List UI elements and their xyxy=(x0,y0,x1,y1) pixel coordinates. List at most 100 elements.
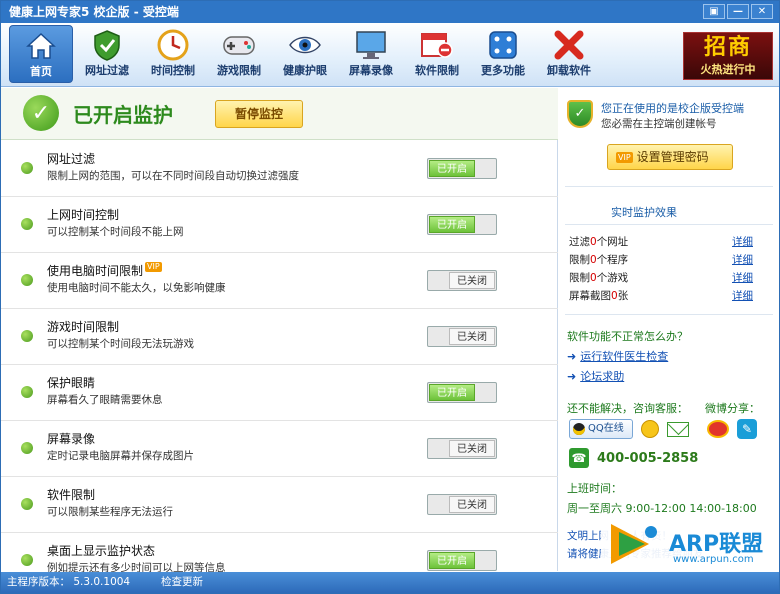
stat-count: 0 xyxy=(590,272,597,284)
window-title: 健康上网专家5 校企版 - 受控端 xyxy=(9,5,179,19)
status-bar: 主程序版本： 5.3.0.1004 检查更新 xyxy=(1,572,779,593)
feature-toggle[interactable]: 已关闭 xyxy=(427,326,497,347)
feature-row: 上网时间控制 可以控制某个时间段不能上网 已开启 xyxy=(1,197,558,253)
feature-title: 游戏时间限制 xyxy=(47,320,120,334)
toolbar-more-functions[interactable]: 更多功能 xyxy=(471,25,535,83)
work-time-label: 上班时间： xyxy=(567,482,622,495)
smiley-icon[interactable] xyxy=(641,420,659,438)
feature-title: 屏幕录像 xyxy=(47,432,96,446)
shield-icon: ✓ xyxy=(567,100,593,128)
toolbar-label: 首页 xyxy=(30,65,52,78)
promo-banner[interactable]: 招商 火热进行中 xyxy=(683,32,773,80)
stat-row: 限制0个游戏 详细 xyxy=(569,270,769,288)
feature-title: 上网时间控制 xyxy=(47,208,120,222)
stat-label: 限制 xyxy=(569,254,590,266)
status-dot-icon xyxy=(21,330,33,342)
home-icon xyxy=(22,28,60,64)
feature-row: 软件限制 可以限制某些程序无法运行 已关闭 xyxy=(1,477,558,533)
watermark: ARP联盟 www.arpun.com xyxy=(601,516,777,574)
feature-toggle[interactable]: 已开启 xyxy=(427,382,497,403)
toolbar-label: 软件限制 xyxy=(415,64,459,77)
toolbar-home[interactable]: 首页 xyxy=(9,25,73,83)
feature-toggle[interactable]: 已关闭 xyxy=(427,494,497,515)
forum-help-link[interactable]: ➜ 论坛求助 xyxy=(567,368,624,384)
title-bar: 健康上网专家5 校企版 - 受控端 ▣ — ✕ xyxy=(1,1,779,23)
stat-row: 屏幕截图0张 详细 xyxy=(569,288,769,306)
feature-toggle[interactable]: 已开启 xyxy=(427,550,497,571)
weibo-icon[interactable] xyxy=(707,420,729,438)
arrow-icon: ➜ xyxy=(567,370,577,383)
close-button[interactable]: ✕ xyxy=(751,4,773,19)
toolbar-label: 网址过滤 xyxy=(85,64,129,77)
toolbar-label: 屏幕录像 xyxy=(349,64,393,77)
software-icon xyxy=(418,27,456,63)
toggle-state: 已关闭 xyxy=(449,272,495,289)
stat-detail-link[interactable]: 详细 xyxy=(732,234,753,249)
toolbar-url-filter[interactable]: 网址过滤 xyxy=(75,25,139,83)
clock-icon xyxy=(154,27,192,63)
tencent-weibo-icon[interactable]: ✎ xyxy=(737,419,757,439)
watermark-logo-icon xyxy=(611,524,657,564)
stat-detail-link[interactable]: 详细 xyxy=(732,288,753,303)
version-label: 主程序版本： 5.3.0.1004 xyxy=(7,576,131,588)
stat-detail-link[interactable]: 详细 xyxy=(732,252,753,267)
feature-panel: ✓ 已开启监护 暂停监控 网址过滤 限制上网的范围，可以在不同时间段自动切换过滤… xyxy=(1,88,558,574)
stat-count: 0 xyxy=(590,236,597,248)
feature-row: 游戏时间限制 可以控制某个时间段无法玩游戏 已关闭 xyxy=(1,309,558,365)
feature-title: 保护眼睛 xyxy=(47,376,96,390)
software-doctor-link[interactable]: ➜ 运行软件医生检查 xyxy=(567,348,668,364)
feature-toggle[interactable]: 已关闭 xyxy=(427,438,497,459)
contact-label: 还不能解决，咨询客服： xyxy=(567,402,688,415)
toggle-state: 已开启 xyxy=(429,216,475,233)
vip-badge: VIP xyxy=(616,152,633,163)
toolbar-eye-care[interactable]: 健康护眼 xyxy=(273,25,337,83)
toggle-state: 已关闭 xyxy=(449,496,495,513)
toolbar-screen-record[interactable]: 屏幕录像 xyxy=(339,25,403,83)
info-sidebar: ✓ 您正在使用的是校企版受控端 您必需在主控端创建帐号 VIP 设置管理密码 实时… xyxy=(559,88,779,574)
status-dot-icon xyxy=(21,554,33,566)
edition-info: 您正在使用的是校企版受控端 xyxy=(601,102,744,115)
shield-icon xyxy=(88,27,126,63)
link-label: 运行软件医生检查 xyxy=(580,350,669,363)
gamepad-icon xyxy=(220,27,258,63)
minimize-button[interactable]: — xyxy=(727,4,749,19)
set-password-button[interactable]: VIP 设置管理密码 xyxy=(607,144,733,170)
feature-row: 保护眼睛 屏幕看久了眼睛需要休息 已开启 xyxy=(1,365,558,421)
promo-title: 招商 xyxy=(703,35,752,60)
check-update-link[interactable]: 检查更新 xyxy=(161,572,203,593)
toolbar-time-control[interactable]: 时间控制 xyxy=(141,25,205,83)
feature-toggle[interactable]: 已开启 xyxy=(427,158,497,179)
stat-label: 屏幕截图 xyxy=(569,290,611,302)
toolbar-label: 卸载软件 xyxy=(547,64,591,77)
restore-button[interactable]: ▣ xyxy=(703,4,725,19)
stat-unit: 个程序 xyxy=(596,254,629,266)
troubleshoot-question: 软件功能不正常怎么办？ xyxy=(567,330,688,343)
feature-title-wrap: 使用电脑时间限制 VIP xyxy=(47,262,162,279)
qq-online-button[interactable]: QQ在线 xyxy=(569,419,633,439)
status-dot-icon xyxy=(21,274,33,286)
feature-toggle[interactable]: 已关闭 xyxy=(427,270,497,291)
arrow-icon: ➜ xyxy=(567,350,577,363)
toggle-state: 已关闭 xyxy=(449,328,495,345)
realtime-title: 实时监护效果 xyxy=(611,206,677,219)
feature-row: 屏幕录像 定时记录电脑屏幕并保存成图片 已关闭 xyxy=(1,421,558,477)
toolbar-software-limit[interactable]: 软件限制 xyxy=(405,25,469,83)
stat-detail-link[interactable]: 详细 xyxy=(732,270,753,285)
toggle-state: 已关闭 xyxy=(449,440,495,457)
checkmark-icon: ✓ xyxy=(23,95,59,131)
feature-title: 使用电脑时间限制 xyxy=(47,264,144,278)
weibo-share-label: 微博分享： xyxy=(705,402,760,415)
divider xyxy=(565,314,773,315)
status-dot-icon xyxy=(21,218,33,230)
stat-unit: 张 xyxy=(617,290,629,302)
toolbar-game-limit[interactable]: 游戏限制 xyxy=(207,25,271,83)
mail-icon[interactable] xyxy=(667,422,689,437)
feature-toggle[interactable]: 已开启 xyxy=(427,214,497,235)
feature-desc: 可以限制某些程序无法运行 xyxy=(47,506,173,518)
work-hours: 周一至周六 9:00-12:00 14:00-18:00 xyxy=(567,502,757,515)
pause-monitor-button[interactable]: 暂停监控 xyxy=(215,100,303,128)
toolbar-uninstall[interactable]: 卸载软件 xyxy=(537,25,601,83)
toolbar-label: 更多功能 xyxy=(481,64,525,77)
divider xyxy=(565,186,773,187)
more-icon xyxy=(484,27,522,63)
